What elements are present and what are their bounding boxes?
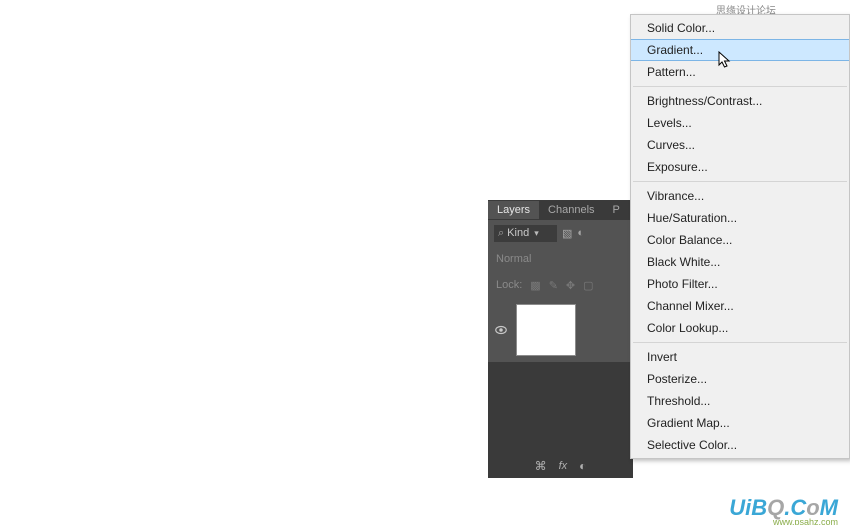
menu-item-levels[interactable]: Levels... bbox=[631, 112, 849, 134]
layer-bottom-toolbar: ⌘ fx ◐ bbox=[488, 454, 633, 478]
fx-icon[interactable]: fx bbox=[559, 460, 568, 472]
blend-mode-label: Normal bbox=[496, 253, 531, 265]
menu-item-black-white[interactable]: Black White... bbox=[631, 251, 849, 273]
layers-body bbox=[488, 298, 633, 454]
link-icon[interactable]: ⌘ bbox=[535, 459, 547, 473]
tab-paths[interactable]: P bbox=[604, 201, 629, 219]
menu-item-vibrance[interactable]: Vibrance... bbox=[631, 185, 849, 207]
menu-item-pattern[interactable]: Pattern... bbox=[631, 61, 849, 83]
menu-item-exposure[interactable]: Exposure... bbox=[631, 156, 849, 178]
kind-label: Kind bbox=[507, 227, 529, 239]
tab-layers[interactable]: Layers bbox=[488, 201, 539, 219]
lock-artboard-icon[interactable]: ▢ bbox=[583, 279, 593, 292]
watermark-bottom-sub: www.psahz.com bbox=[773, 517, 838, 525]
lock-position-icon[interactable]: ✥ bbox=[566, 279, 575, 292]
menu-item-channel-mixer[interactable]: Channel Mixer... bbox=[631, 295, 849, 317]
mask-icon[interactable]: ◐ bbox=[579, 459, 586, 473]
filter-pixel-icon[interactable]: ▧ bbox=[562, 227, 572, 240]
menu-separator bbox=[633, 86, 847, 87]
blend-mode-row[interactable]: Normal bbox=[488, 246, 633, 272]
tab-channels[interactable]: Channels bbox=[539, 201, 603, 219]
lock-transparency-icon[interactable]: ▩ bbox=[530, 279, 540, 292]
menu-item-selective-color[interactable]: Selective Color... bbox=[631, 434, 849, 456]
menu-item-color-balance[interactable]: Color Balance... bbox=[631, 229, 849, 251]
menu-item-threshold[interactable]: Threshold... bbox=[631, 390, 849, 412]
lock-label: Lock: bbox=[496, 279, 522, 291]
tab-row: Layers Channels P bbox=[488, 200, 633, 220]
filter-row: ⌕ Kind ▾ ▧ ◐ bbox=[488, 220, 633, 246]
menu-item-solid-color[interactable]: Solid Color... bbox=[631, 17, 849, 39]
menu-separator bbox=[633, 342, 847, 343]
menu-item-brightness-contrast[interactable]: Brightness/Contrast... bbox=[631, 90, 849, 112]
layer-row[interactable] bbox=[488, 298, 633, 362]
layers-panel: Layers Channels P ⌕ Kind ▾ ▧ ◐ Normal Lo… bbox=[488, 200, 633, 478]
menu-item-posterize[interactable]: Posterize... bbox=[631, 368, 849, 390]
eye-icon[interactable] bbox=[494, 323, 508, 337]
lock-brush-icon[interactable]: ✎ bbox=[549, 279, 558, 292]
layer-thumbnail[interactable] bbox=[516, 304, 576, 356]
menu-item-color-lookup[interactable]: Color Lookup... bbox=[631, 317, 849, 339]
filter-adjust-icon[interactable]: ◐ bbox=[577, 227, 584, 239]
lock-row: Lock: ▩ ✎ ✥ ▢ bbox=[488, 272, 633, 298]
menu-item-gradient[interactable]: Gradient... bbox=[631, 39, 849, 61]
menu-item-gradient-map[interactable]: Gradient Map... bbox=[631, 412, 849, 434]
adjustment-layer-menu: Solid Color...Gradient...Pattern... Brigh… bbox=[630, 14, 850, 459]
kind-filter[interactable]: ⌕ Kind ▾ bbox=[494, 225, 557, 242]
menu-item-hue-saturation[interactable]: Hue/Saturation... bbox=[631, 207, 849, 229]
menu-item-photo-filter[interactable]: Photo Filter... bbox=[631, 273, 849, 295]
chevron-down-icon: ▾ bbox=[534, 228, 539, 239]
menu-separator bbox=[633, 181, 847, 182]
menu-item-curves[interactable]: Curves... bbox=[631, 134, 849, 156]
menu-item-invert[interactable]: Invert bbox=[631, 346, 849, 368]
search-icon: ⌕ bbox=[498, 227, 504, 240]
